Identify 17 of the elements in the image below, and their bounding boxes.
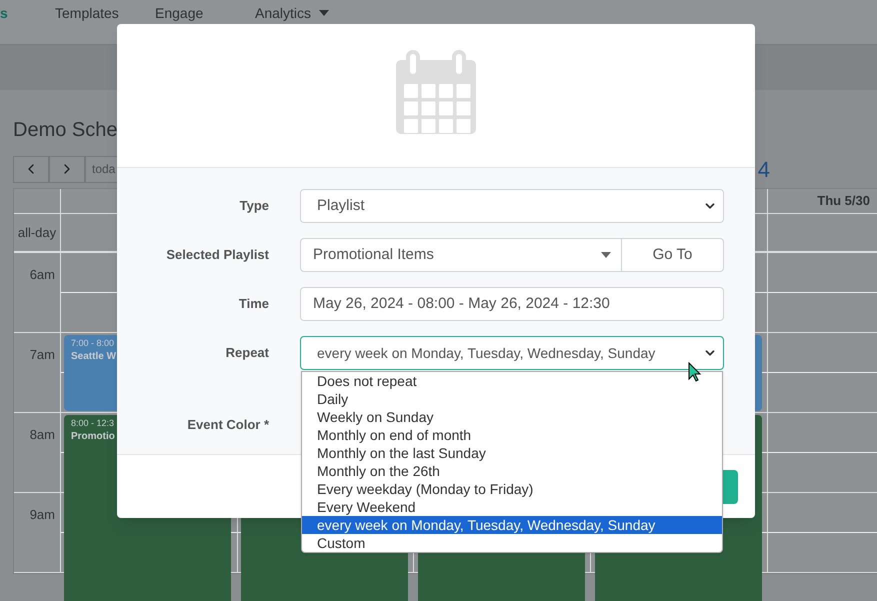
time-label: all-day (18, 224, 56, 242)
event-title: Promotio (71, 430, 115, 444)
time-label: 9am (30, 506, 55, 524)
event-time: 7:00 - 8:00 (71, 337, 114, 350)
field-label: Repeat (224, 344, 269, 362)
time-label: 6am (30, 266, 55, 284)
event-time: 8:00 - 12:3 (71, 417, 114, 430)
event-title: Seattle W (71, 350, 116, 364)
field-label: Time (238, 295, 269, 314)
page-title: Demo Sche (13, 118, 118, 143)
field-label: Type (238, 197, 269, 216)
date-range: 4 (758, 156, 770, 184)
field-label: Event Color * (186, 416, 269, 434)
field-label: Selected Playlist (165, 246, 269, 264)
day-header: Thu 5/30 (817, 192, 870, 210)
time-label: 7am (30, 346, 55, 364)
time-label: 8am (30, 426, 55, 444)
